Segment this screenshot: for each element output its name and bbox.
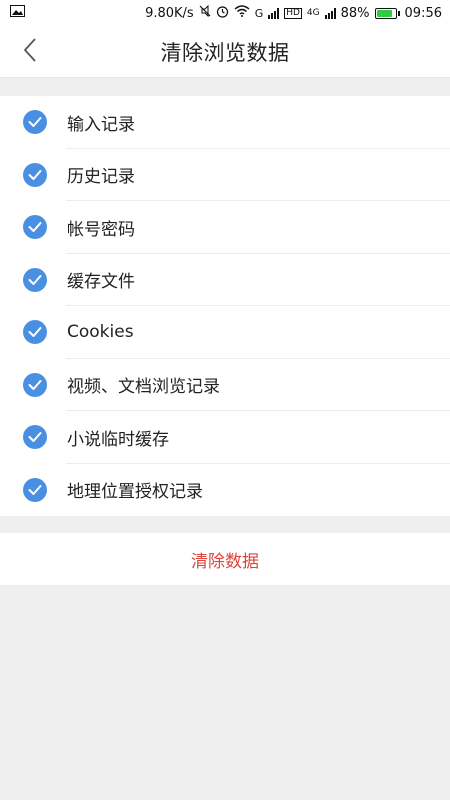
option-cookies[interactable]: Cookies bbox=[0, 306, 450, 359]
alarm-icon bbox=[216, 5, 229, 22]
back-button[interactable] bbox=[8, 32, 52, 72]
checkbox-checked-icon[interactable] bbox=[23, 267, 47, 292]
checkbox-checked-icon[interactable] bbox=[23, 320, 47, 345]
option-label: 帐号密码 bbox=[67, 219, 135, 240]
option-label: 历史记录 bbox=[67, 167, 135, 188]
option-input-history[interactable]: 输入记录 bbox=[0, 96, 450, 149]
mute-icon bbox=[199, 4, 211, 21]
signal-hd-label: HD bbox=[284, 7, 302, 19]
option-label: 缓存文件 bbox=[67, 272, 135, 293]
checkbox-checked-icon[interactable] bbox=[23, 372, 47, 397]
signal-g-icon bbox=[268, 7, 280, 19]
clear-options-list: 输入记录 历史记录 帐号密码 缓存文件 Cookies 视频、文档浏览记录 小说… bbox=[0, 96, 450, 516]
wifi-icon bbox=[234, 5, 250, 21]
signal-4g-label: 4G bbox=[306, 7, 320, 18]
network-speed: 9.80K/s bbox=[145, 5, 194, 21]
checkbox-checked-icon[interactable] bbox=[23, 477, 47, 502]
page-title: 清除浏览数据 bbox=[160, 40, 290, 65]
option-cache-files[interactable]: 缓存文件 bbox=[0, 254, 450, 307]
nav-bar: 清除浏览数据 bbox=[0, 26, 450, 78]
option-novel-cache[interactable]: 小说临时缓存 bbox=[0, 411, 450, 464]
signal-4g-icon bbox=[324, 7, 336, 19]
clock: 09:56 bbox=[404, 5, 442, 21]
option-label: Cookies bbox=[67, 322, 134, 343]
option-video-doc-history[interactable]: 视频、文档浏览记录 bbox=[0, 359, 450, 412]
status-left bbox=[10, 5, 25, 21]
checkbox-checked-icon[interactable] bbox=[23, 110, 47, 135]
battery-percent: 88% bbox=[340, 5, 370, 21]
option-label: 小说临时缓存 bbox=[67, 429, 169, 450]
battery-fill bbox=[376, 9, 393, 17]
image-icon bbox=[10, 5, 25, 21]
option-label: 视频、文档浏览记录 bbox=[67, 377, 220, 398]
checkbox-checked-icon[interactable] bbox=[23, 425, 47, 450]
option-browse-history[interactable]: 历史记录 bbox=[0, 149, 450, 202]
clear-data-button[interactable]: 清除数据 bbox=[0, 533, 450, 585]
checkbox-checked-icon[interactable] bbox=[23, 215, 47, 240]
checkbox-checked-icon[interactable] bbox=[23, 162, 47, 187]
status-bar: 9.80K/s G HD 4G 88% 09:56 bbox=[0, 0, 450, 26]
option-account-passwords[interactable]: 帐号密码 bbox=[0, 201, 450, 254]
status-right: 9.80K/s G HD 4G 88% 09:56 bbox=[145, 4, 442, 22]
signal-g-label: G bbox=[254, 6, 264, 20]
option-label: 输入记录 bbox=[67, 114, 135, 135]
chevron-left-icon bbox=[23, 37, 37, 67]
option-label: 地理位置授权记录 bbox=[67, 482, 203, 503]
battery-icon bbox=[374, 7, 400, 19]
option-location-permissions[interactable]: 地理位置授权记录 bbox=[0, 464, 450, 517]
